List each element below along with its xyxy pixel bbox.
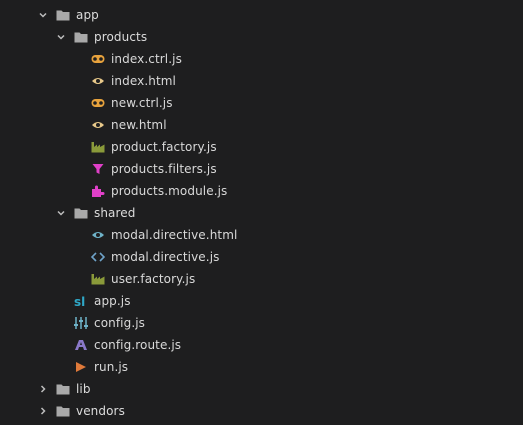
file-label: config.route.js: [94, 338, 182, 352]
filter-icon: [91, 162, 105, 176]
file-item[interactable]: products.module.js: [0, 180, 523, 202]
eye-icon: [91, 74, 105, 88]
file-item[interactable]: config.route.js: [0, 334, 523, 356]
file-item[interactable]: modal.directive.js: [0, 246, 523, 268]
eye-icon: [91, 118, 105, 132]
factory-icon: [91, 272, 105, 286]
file-label: modal.directive.js: [111, 250, 220, 264]
file-item[interactable]: new.html: [0, 114, 523, 136]
factory-icon: [91, 140, 105, 154]
route-icon: [74, 338, 88, 352]
file-item[interactable]: index.html: [0, 70, 523, 92]
file-item[interactable]: index.ctrl.js: [0, 48, 523, 70]
file-label: index.html: [111, 74, 176, 88]
folder-shared[interactable]: shared: [0, 202, 523, 224]
config-icon: [74, 316, 88, 330]
folder-label: products: [94, 30, 148, 44]
folder-icon: [74, 30, 88, 44]
chevron-right-icon[interactable]: [38, 406, 48, 416]
folder-label: app: [76, 8, 99, 22]
folder-vendors[interactable]: vendors: [0, 400, 523, 422]
folder-lib[interactable]: lib: [0, 378, 523, 400]
file-item[interactable]: user.factory.js: [0, 268, 523, 290]
chevron-down-icon[interactable]: [38, 10, 48, 20]
file-item[interactable]: products.filters.js: [0, 158, 523, 180]
file-label: products.module.js: [111, 184, 228, 198]
folder-icon: [56, 404, 70, 418]
file-label: new.ctrl.js: [111, 96, 173, 110]
folder-icon: [56, 382, 70, 396]
app-js-icon: sl: [74, 294, 88, 308]
folder-icon: [74, 206, 88, 220]
folder-products[interactable]: products: [0, 26, 523, 48]
file-label: index.ctrl.js: [111, 52, 182, 66]
chevron-down-icon[interactable]: [56, 32, 66, 42]
file-item[interactable]: run.js: [0, 356, 523, 378]
file-label: user.factory.js: [111, 272, 196, 286]
file-label: products.filters.js: [111, 162, 217, 176]
angular-controller-icon: [91, 52, 105, 66]
file-item[interactable]: sl app.js: [0, 290, 523, 312]
file-item[interactable]: product.factory.js: [0, 136, 523, 158]
file-label: product.factory.js: [111, 140, 217, 154]
file-label: config.js: [94, 316, 146, 330]
run-icon: [74, 360, 88, 374]
file-label: modal.directive.html: [111, 228, 238, 242]
folder-label: lib: [76, 382, 91, 396]
folder-app[interactable]: app: [0, 4, 523, 26]
folder-icon: [56, 8, 70, 22]
angular-controller-icon: [91, 96, 105, 110]
file-tree: app products index.ctrl.js index.html ne…: [0, 0, 523, 425]
file-label: new.html: [111, 118, 167, 132]
file-item[interactable]: new.ctrl.js: [0, 92, 523, 114]
folder-label: shared: [94, 206, 136, 220]
file-item[interactable]: config.js: [0, 312, 523, 334]
file-item[interactable]: modal.directive.html: [0, 224, 523, 246]
module-icon: [91, 184, 105, 198]
svg-text:sl: sl: [74, 295, 85, 308]
chevron-right-icon[interactable]: [38, 384, 48, 394]
eye-icon: [91, 228, 105, 242]
file-label: run.js: [94, 360, 129, 374]
folder-label: vendors: [76, 404, 125, 418]
code-icon: [91, 250, 105, 264]
chevron-down-icon[interactable]: [56, 208, 66, 218]
file-label: app.js: [94, 294, 131, 308]
